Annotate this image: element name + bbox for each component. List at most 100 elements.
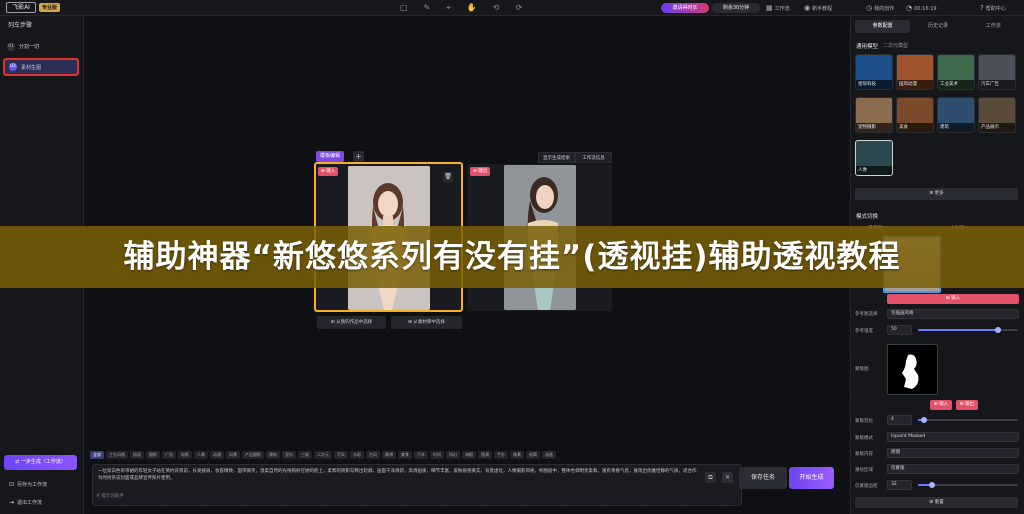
- model-thumb[interactable]: 工业美术: [937, 54, 975, 90]
- style-chip[interactable]: 全部: [90, 451, 104, 459]
- time-remaining-badge[interactable]: 剩余30分钟: [712, 3, 760, 13]
- model-section-subtab[interactable]: 二次元模型: [883, 42, 908, 49]
- hand-tool-icon[interactable]: ✋: [467, 4, 477, 12]
- step-number: 02: [9, 63, 17, 71]
- padding-input[interactable]: 32: [887, 480, 912, 490]
- model-thumb[interactable]: 宠物摄影: [855, 97, 893, 133]
- invite-button[interactable]: 邀请得时长: [661, 3, 709, 13]
- tab-show-results[interactable]: 显示生成结果: [538, 152, 575, 163]
- select-from-works-button[interactable]: ⊞ 从我的作品中选择: [317, 316, 386, 329]
- style-chip[interactable]: 人像: [194, 451, 208, 459]
- strength-slider[interactable]: [918, 327, 1018, 333]
- model-thumb[interactable]: 汽车广告: [978, 54, 1016, 90]
- node-tag[interactable]: 模板编辑: [316, 151, 345, 162]
- select-tool-icon[interactable]: ▢: [400, 4, 408, 12]
- style-chip[interactable]: 海报: [462, 451, 476, 459]
- mask-image[interactable]: [887, 344, 938, 395]
- style-chip[interactable]: 手办: [494, 451, 508, 459]
- start-generate-button[interactable]: 开始生成: [789, 467, 834, 489]
- undo-icon[interactable]: ⟲: [493, 4, 500, 12]
- mask-mode-select[interactable]: Inpaint Masked: [887, 432, 1019, 442]
- reset-button[interactable]: ⊞ 重置: [855, 497, 1018, 508]
- save-task-button[interactable]: 保存任务: [739, 467, 787, 489]
- model-thumb[interactable]: 产品展示: [978, 97, 1016, 133]
- target-tool-icon[interactable]: ⌖: [446, 4, 451, 12]
- style-chip[interactable]: 三维: [298, 451, 312, 459]
- model-thumb[interactable]: 建筑: [937, 97, 975, 133]
- style-chip[interactable]: 国潮: [478, 451, 492, 459]
- style-chip[interactable]: 汽车: [414, 451, 428, 459]
- copy-icon[interactable]: ⧉: [705, 472, 716, 483]
- slider-knob[interactable]: [995, 327, 1001, 333]
- model-section-title[interactable]: 通用模型: [856, 42, 878, 50]
- style-chip[interactable]: 插画: [130, 451, 144, 459]
- style-chip[interactable]: 工业风格: [106, 451, 128, 459]
- model-thumb[interactable]: 人像: [855, 140, 893, 176]
- step-item-2[interactable]: 02 素材生图: [3, 58, 79, 76]
- timer-icon: ◔: [906, 4, 913, 12]
- mask-input-button[interactable]: ⊞ 输入: [930, 400, 952, 410]
- style-chip[interactable]: 科幻: [446, 451, 460, 459]
- tab-history[interactable]: 历史记录: [910, 20, 965, 33]
- mask-content-select[interactable]: 原图: [887, 448, 1019, 458]
- style-chip[interactable]: 建筑: [266, 451, 280, 459]
- style-chip[interactable]: 广告: [162, 451, 176, 459]
- canvas-toolbar: ▢ ✎ ⌖ ✋ ⟲ ⟳: [400, 4, 522, 12]
- upload-reference-button[interactable]: ⊞ 输入: [887, 294, 1019, 304]
- prompt-input[interactable]: 一位穿白色吊带裙的年轻女子站在简约背景前，长发披肩，妆容精致，面带微笑，温柔自然…: [92, 464, 742, 506]
- exit-icon: ⇥: [9, 499, 15, 506]
- feather-input[interactable]: 4: [887, 415, 912, 425]
- slider-knob[interactable]: [929, 482, 935, 488]
- close-icon[interactable]: ✕: [722, 472, 733, 483]
- style-chip[interactable]: 产品摄影: [242, 451, 264, 459]
- feather-slider[interactable]: [918, 417, 1018, 423]
- app-logo[interactable]: 飞影AI 专业版: [6, 2, 61, 13]
- padding-slider[interactable]: [918, 482, 1018, 488]
- style-chip[interactable]: 赛博: [382, 451, 396, 459]
- style-chip[interactable]: 油画: [542, 451, 556, 459]
- style-chip[interactable]: 美食: [398, 451, 412, 459]
- tab-workflow-info[interactable]: 工作流信息: [575, 152, 612, 163]
- style-chip[interactable]: 电影: [178, 451, 192, 459]
- style-chip[interactable]: 摄影: [146, 451, 160, 459]
- save-as-label: 另存为工作流: [17, 482, 48, 488]
- style-chip[interactable]: 时尚: [430, 451, 444, 459]
- model-thumb[interactable]: 国风动漫: [896, 54, 934, 90]
- save-as-workflow-link[interactable]: ⊡ 另存为工作流: [9, 481, 47, 488]
- slider-knob[interactable]: [921, 417, 927, 423]
- workflow-link[interactable]: ▦ 工作流: [766, 3, 790, 13]
- grid-icon: ▦: [766, 4, 773, 12]
- model-thumb[interactable]: 星际科技: [855, 54, 893, 90]
- strength-input[interactable]: 50: [887, 325, 912, 335]
- reference-select[interactable]: 仅插画风格: [887, 309, 1019, 319]
- tab-workflow[interactable]: 工作流: [966, 20, 1021, 33]
- style-chip[interactable]: 水彩: [350, 451, 364, 459]
- style-chip[interactable]: 古风: [366, 451, 380, 459]
- inpaint-area-select[interactable]: 仅蒙版: [887, 464, 1019, 474]
- style-chip[interactable]: 二次元: [314, 451, 332, 459]
- model-name: 产品展示: [979, 123, 1015, 132]
- my-works-link[interactable]: ◷ 我的创作: [866, 3, 894, 13]
- one-step-generate-button[interactable]: ⇄ 一步生成（工作流）: [4, 455, 77, 470]
- more-models-button[interactable]: ⊞ 更多: [855, 188, 1018, 200]
- style-chip[interactable]: 写实: [334, 451, 348, 459]
- select-from-library-button[interactable]: ⊞ 从素材库中选择: [391, 316, 462, 329]
- model-thumb[interactable]: 美食: [896, 97, 934, 133]
- delete-icon[interactable]: 🗑: [443, 172, 453, 182]
- style-chip[interactable]: 极简: [526, 451, 540, 459]
- prompt-helper-link[interactable]: # 提示词助手: [96, 493, 124, 499]
- tab-params[interactable]: 参数配置: [855, 20, 911, 33]
- exit-workflow-link[interactable]: ⇥ 退出工作流: [9, 499, 42, 506]
- style-chip[interactable]: 像素: [510, 451, 524, 459]
- style-chip[interactable]: 风景: [226, 451, 240, 459]
- mask-output-button[interactable]: ⊞ 输出: [956, 400, 978, 410]
- model-name: 工业美术: [938, 80, 974, 89]
- redo-icon[interactable]: ⟳: [515, 4, 522, 12]
- pen-tool-icon[interactable]: ✎: [424, 4, 431, 12]
- tutorial-link[interactable]: ◉ 新手教程: [804, 3, 832, 13]
- add-node-button[interactable]: +: [353, 151, 364, 162]
- help-link[interactable]: ? 帮助中心: [980, 3, 1006, 13]
- style-chip[interactable]: 动漫: [210, 451, 224, 459]
- step-item-1[interactable]: 01 分割一切: [3, 40, 79, 53]
- style-chip[interactable]: 室内: [282, 451, 296, 459]
